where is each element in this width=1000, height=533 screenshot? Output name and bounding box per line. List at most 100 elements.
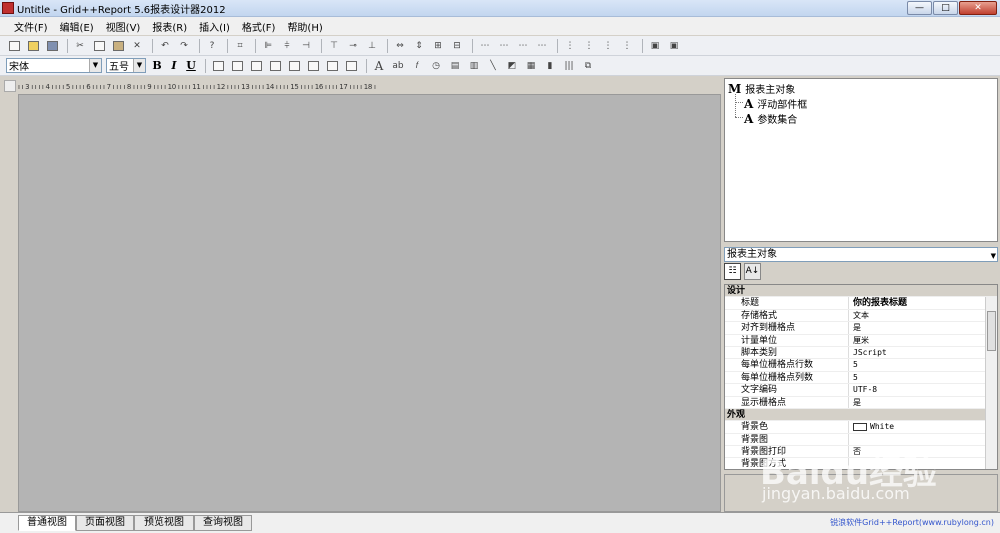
send-back-icon[interactable]: ▣ — [666, 38, 682, 54]
underline-button[interactable]: U — [184, 59, 198, 73]
v-spacing-rm-icon[interactable]: ⋮ — [619, 38, 635, 54]
property-value[interactable]: JScript — [849, 347, 887, 358]
align-bottom-icon[interactable]: ⊥ — [364, 38, 380, 54]
property-value[interactable]: 文本 — [849, 310, 869, 321]
property-value[interactable]: 是 — [849, 397, 861, 408]
tab-query-view[interactable]: 查询视图 — [194, 515, 252, 531]
text-align-mr-icon[interactable] — [305, 58, 321, 74]
delete-icon[interactable]: ✕ — [129, 38, 145, 54]
select-all-icon[interactable]: ⌗ — [232, 38, 248, 54]
new-icon[interactable] — [6, 38, 22, 54]
property-value[interactable]: White — [849, 421, 894, 432]
formula-icon[interactable]: 𝑓 — [409, 58, 425, 74]
categorized-icon[interactable]: ☷ — [724, 263, 741, 280]
summary-icon[interactable]: ▤ — [447, 58, 463, 74]
bold-button[interactable]: B — [150, 59, 164, 73]
menu-format[interactable]: 格式(F) — [236, 19, 282, 34]
system-var-icon[interactable]: ◷ — [428, 58, 444, 74]
tab-preview-view[interactable]: 预览视图 — [134, 515, 194, 531]
property-value[interactable]: 你的报表标题 — [849, 297, 907, 308]
minimize-button[interactable]: — — [907, 1, 932, 15]
text-align-bl-icon[interactable] — [324, 58, 340, 74]
rich-text-icon[interactable]: ▥ — [466, 58, 482, 74]
align-middle-icon[interactable]: ⊸ — [345, 38, 361, 54]
same-width-icon[interactable]: ⇔ — [392, 38, 408, 54]
h-spacing-dec-icon[interactable]: ⋯ — [515, 38, 531, 54]
tab-page-view[interactable]: 页面视图 — [76, 515, 134, 531]
redo-icon[interactable]: ↷ — [176, 38, 192, 54]
tree-root[interactable]: M 报表主对象 — [728, 81, 795, 97]
align-top-icon[interactable]: ⊤ — [326, 38, 342, 54]
property-value[interactable]: UTF-8 — [849, 384, 877, 395]
v-spacing-inc-icon[interactable]: ⋮ — [581, 38, 597, 54]
font-size-combo[interactable]: 五号 ▼ — [106, 58, 146, 73]
v-spacing-icon[interactable]: ⋮ — [562, 38, 578, 54]
property-value[interactable]: 厘米 — [849, 335, 869, 346]
cut-icon[interactable]: ✂ — [72, 38, 88, 54]
v-spacing-dec-icon[interactable]: ⋮ — [600, 38, 616, 54]
align-left-icon[interactable]: ⊫ — [260, 38, 276, 54]
tree-item-params[interactable]: A 参数集合 — [744, 111, 797, 127]
static-text-icon[interactable]: A — [371, 58, 387, 74]
property-row[interactable]: 显示栅格点是 — [725, 396, 997, 409]
maximize-button[interactable]: □ — [933, 1, 958, 15]
text-align-ml-icon[interactable] — [267, 58, 283, 74]
field-box-icon[interactable]: ab — [390, 58, 406, 74]
text-align-tl-icon[interactable] — [210, 58, 226, 74]
h-spacing-inc-icon[interactable]: ⋯ — [496, 38, 512, 54]
property-row[interactable]: 每单位栅格点列数 5 — [725, 371, 997, 385]
property-group[interactable]: 外观 — [725, 408, 997, 422]
font-name-combo[interactable]: 宋体 ▼ — [6, 58, 102, 73]
chart-icon[interactable]: ▮ — [542, 58, 558, 74]
subreport-icon[interactable]: ⧉ — [580, 58, 596, 74]
property-row[interactable]: 每单位栅格点行数 5 — [725, 359, 997, 372]
menu-insert[interactable]: 插入(I) — [193, 19, 236, 34]
property-value[interactable]: 5 — [849, 359, 858, 370]
property-value[interactable]: 5 — [849, 372, 858, 383]
menu-report[interactable]: 报表(R) — [146, 19, 193, 34]
property-group[interactable]: 设计 — [725, 285, 997, 298]
text-align-bc-icon[interactable] — [343, 58, 359, 74]
open-icon[interactable] — [25, 38, 41, 54]
h-spacing-icon[interactable]: ⋯ — [477, 38, 493, 54]
property-row[interactable]: 对齐到栅格点是 — [725, 322, 997, 335]
menu-file[interactable]: 文件(F) — [8, 19, 54, 34]
tab-normal-view[interactable]: 普通视图 — [18, 515, 76, 531]
bring-front-icon[interactable]: ▣ — [647, 38, 663, 54]
copy-icon[interactable] — [91, 38, 107, 54]
help-icon[interactable]: ? — [204, 38, 220, 54]
text-align-mc-icon[interactable] — [286, 58, 302, 74]
sort-az-icon[interactable]: A↓ — [744, 263, 761, 280]
same-size2-icon[interactable]: ⊟ — [449, 38, 465, 54]
property-row[interactable]: 存储格式 文本 — [725, 309, 997, 323]
property-row[interactable]: 标题 你的报表标题 — [725, 297, 997, 310]
italic-button[interactable]: I — [167, 59, 181, 73]
text-align-tc-icon[interactable] — [229, 58, 245, 74]
scrollbar-thumb[interactable] — [987, 311, 996, 351]
menu-edit[interactable]: 编辑(E) — [54, 19, 100, 34]
menu-view[interactable]: 视图(V) — [100, 19, 147, 34]
align-right-icon[interactable]: ⊣ — [298, 38, 314, 54]
paste-icon[interactable] — [110, 38, 126, 54]
property-scrollbar[interactable] — [985, 297, 997, 469]
property-row[interactable]: 计量单位 厘米 — [725, 334, 997, 347]
same-size-icon[interactable]: ⊞ — [430, 38, 446, 54]
line-icon[interactable]: ╲ — [485, 58, 501, 74]
tree-item-float[interactable]: A 浮动部件框 — [744, 96, 807, 112]
save-icon[interactable] — [44, 38, 60, 54]
h-spacing-rm-icon[interactable]: ⋯ — [534, 38, 550, 54]
picture-icon[interactable]: ▦ — [523, 58, 539, 74]
property-value[interactable]: 是 — [849, 322, 861, 333]
undo-icon[interactable]: ↶ — [157, 38, 173, 54]
menu-help[interactable]: 帮助(H) — [281, 19, 328, 34]
align-center-icon[interactable]: ⫩ — [279, 38, 295, 54]
property-row[interactable]: 脚本类别 JScript — [725, 346, 997, 360]
same-height-icon[interactable]: ⇕ — [411, 38, 427, 54]
shape-icon[interactable]: ◩ — [504, 58, 520, 74]
barcode-icon[interactable]: ||| — [561, 58, 577, 74]
close-button[interactable]: ✕ — [959, 1, 997, 15]
object-selector[interactable]: 报表主对象 ▼ — [724, 247, 998, 262]
property-value[interactable] — [849, 434, 853, 445]
property-row[interactable]: 背景色 White — [725, 421, 997, 434]
text-align-tr-icon[interactable] — [248, 58, 264, 74]
